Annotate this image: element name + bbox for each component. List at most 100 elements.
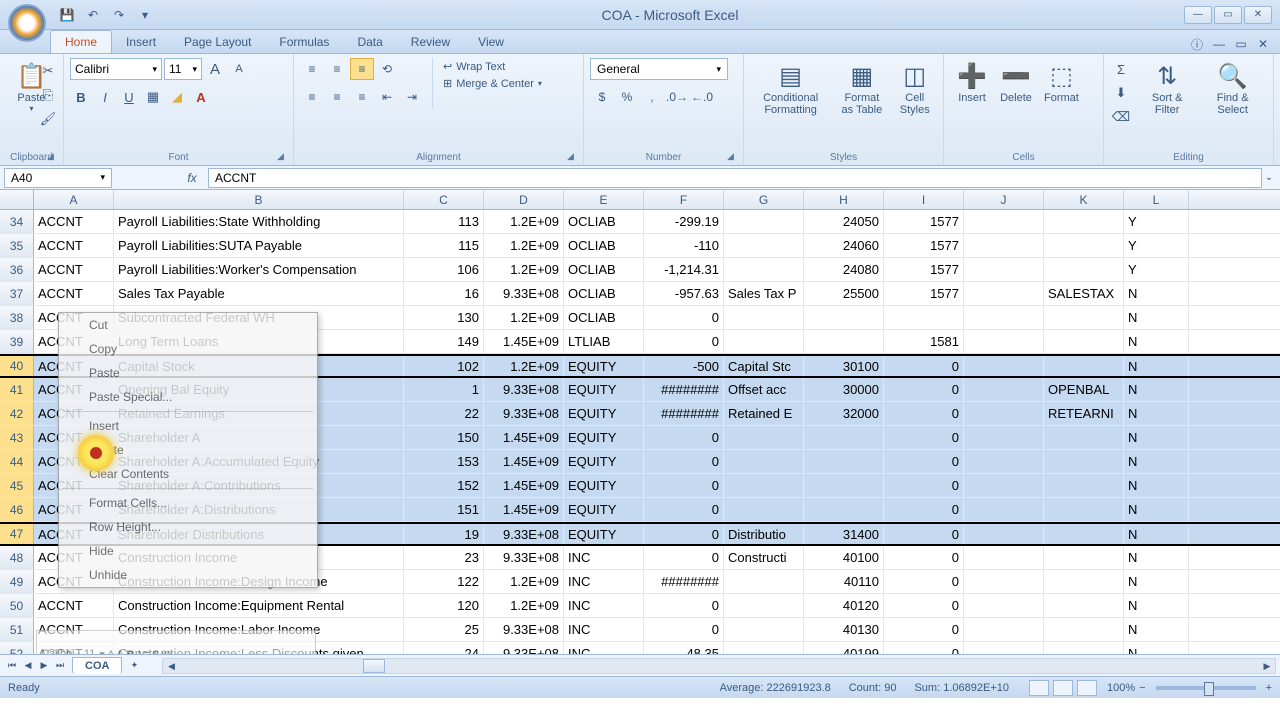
col-header-a[interactable]: A [34,190,114,209]
cell[interactable]: OCLIAB [564,234,644,257]
font-name-select[interactable]: Calibri▾ [70,58,162,80]
row-header[interactable]: 44 [0,450,34,473]
cell[interactable] [724,450,804,473]
maximize-button[interactable]: ▭ [1214,6,1242,24]
cell[interactable] [1044,210,1124,233]
fx-icon[interactable]: fx [182,168,202,188]
context-menu-item[interactable]: Paste Special... [59,385,317,409]
currency-icon[interactable]: $ [590,86,614,108]
cell[interactable]: N [1124,402,1189,425]
format-painter-icon[interactable]: 🖌 [37,108,59,130]
spreadsheet-grid[interactable]: A B C D E F G H I J K L 34ACCNTPayroll L… [0,190,1280,654]
font-color-icon[interactable]: A [190,86,212,108]
cell[interactable]: 19 [404,524,484,544]
cell[interactable]: ACCNT [34,234,114,257]
cell[interactable]: 30000 [804,378,884,401]
restore-workbook-icon[interactable]: ▭ [1232,35,1250,53]
cell[interactable]: 115 [404,234,484,257]
context-menu-item[interactable]: Copy [59,337,317,361]
cell[interactable]: -957.63 [644,282,724,305]
context-menu-item[interactable]: Cut [59,313,317,337]
format-cells-button[interactable]: ⬚Format [1038,58,1085,106]
row-header[interactable]: 49 [0,570,34,593]
col-header-l[interactable]: L [1124,190,1189,209]
office-button[interactable] [8,4,46,42]
col-header-i[interactable]: I [884,190,964,209]
cell[interactable]: EQUITY [564,498,644,521]
cell[interactable]: 25500 [804,282,884,305]
cell[interactable]: 1.2E+09 [484,306,564,329]
cell[interactable] [964,570,1044,593]
cell[interactable]: OCLIAB [564,210,644,233]
cell[interactable]: 24050 [804,210,884,233]
cell[interactable]: 0 [884,356,964,376]
normal-view-icon[interactable] [1029,680,1049,696]
cell[interactable] [724,618,804,641]
cell[interactable]: 40120 [804,594,884,617]
cell[interactable] [964,306,1044,329]
cell[interactable]: -299.19 [644,210,724,233]
cell[interactable]: ######## [644,570,724,593]
cell[interactable] [724,210,804,233]
merge-center-button[interactable]: ⊞Merge & Center▾ [439,75,546,92]
cell[interactable]: Distributio [724,524,804,544]
cell[interactable]: 0 [644,498,724,521]
cell[interactable]: 0 [884,618,964,641]
cell[interactable]: 24060 [804,234,884,257]
cell[interactable]: Y [1124,234,1189,257]
cell[interactable]: 0 [644,306,724,329]
qat-dropdown-icon[interactable]: ▾ [134,4,156,26]
sort-filter-button[interactable]: ⇅Sort & Filter [1136,58,1198,128]
cell[interactable] [724,594,804,617]
cell[interactable]: N [1124,378,1189,401]
cell[interactable]: 9.33E+08 [484,618,564,641]
cell[interactable] [964,474,1044,497]
percent-icon[interactable]: % [615,86,639,108]
cell[interactable]: 1.45E+09 [484,450,564,473]
cell[interactable] [1044,498,1124,521]
cell[interactable]: Sales Tax Payable [114,282,404,305]
cell[interactable]: ACCNT [34,282,114,305]
cell[interactable]: 1.45E+09 [484,474,564,497]
cell[interactable]: 0 [884,498,964,521]
comma-icon[interactable]: , [640,86,664,108]
cell[interactable]: 0 [884,426,964,449]
formula-input[interactable]: ACCNT [208,168,1262,188]
cell[interactable]: 130 [404,306,484,329]
cell[interactable]: 0 [884,594,964,617]
cell[interactable]: INC [564,618,644,641]
table-row[interactable]: 34ACCNTPayroll Liabilities:State Withhol… [0,210,1280,234]
cell[interactable]: 0 [884,642,964,654]
cell[interactable]: 153 [404,450,484,473]
grow-font-icon[interactable]: A [204,58,226,80]
cell[interactable]: 31400 [804,524,884,544]
cell[interactable] [1044,426,1124,449]
save-icon[interactable]: 💾 [56,4,78,26]
clear-icon[interactable]: ⌫ [1110,106,1132,128]
tab-home[interactable]: Home [50,30,112,53]
cell[interactable] [964,258,1044,281]
cell[interactable]: 1.45E+09 [484,426,564,449]
cell[interactable]: ACCNT [34,594,114,617]
cell[interactable]: N [1124,546,1189,569]
sheet-tab-coa[interactable]: COA [72,657,122,674]
name-box[interactable]: A40▾ [4,168,112,188]
cell[interactable] [964,618,1044,641]
row-header[interactable]: 40 [0,356,34,376]
cell[interactable] [964,546,1044,569]
cell[interactable]: 0 [884,402,964,425]
context-menu-item[interactable]: Format Cells... [59,491,317,515]
cell[interactable] [964,426,1044,449]
cell[interactable] [964,402,1044,425]
cell[interactable]: 0 [884,474,964,497]
cell[interactable]: 1577 [884,210,964,233]
row-header[interactable]: 38 [0,306,34,329]
cell[interactable]: 40130 [804,618,884,641]
minimize-ribbon-icon[interactable]: — [1210,35,1228,53]
format-as-table-button[interactable]: ▦Format as Table [831,58,892,118]
cell[interactable]: EQUITY [564,356,644,376]
cell[interactable] [1044,618,1124,641]
cell[interactable]: Y [1124,210,1189,233]
cell[interactable]: 40199 [804,642,884,654]
horizontal-scrollbar[interactable]: ◀ ▶ [162,658,1276,674]
